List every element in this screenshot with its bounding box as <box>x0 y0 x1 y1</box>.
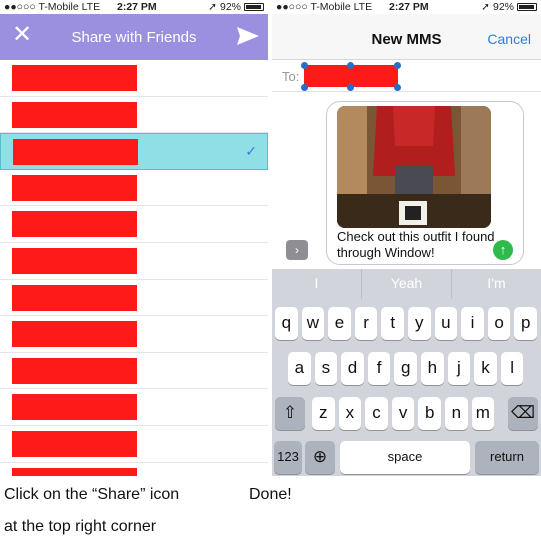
key-z[interactable]: z <box>312 397 335 430</box>
outfit-photo <box>337 106 491 228</box>
cancel-button[interactable]: Cancel <box>487 31 531 47</box>
selection-handle[interactable] <box>301 62 308 69</box>
selection-handle[interactable] <box>347 84 354 91</box>
battery-icon <box>517 3 537 11</box>
redacted-contact-name <box>12 394 137 421</box>
apps-chevron-icon[interactable]: › <box>286 240 308 260</box>
mms-screen: ●●○○○ T-Mobile LTE 2:27 PM ➚ 92% New MMS… <box>272 0 541 476</box>
key-i[interactable]: i <box>461 307 484 340</box>
selection-handle[interactable] <box>301 84 308 91</box>
message-text: Check out this outfit I found through Wi… <box>337 229 495 260</box>
key-u[interactable]: u <box>434 307 458 340</box>
key-b[interactable]: b <box>418 397 441 430</box>
send-arrow-icon[interactable]: ↑ <box>493 240 513 260</box>
key-x[interactable]: x <box>338 397 362 430</box>
redacted-contact-name <box>12 284 137 311</box>
delete-key[interactable]: ⌫ <box>508 397 538 430</box>
redacted-contact-name <box>12 101 137 128</box>
selection-handle[interactable] <box>394 84 401 91</box>
selection-handle[interactable] <box>347 62 354 69</box>
contact-row[interactable] <box>0 426 268 463</box>
contact-row[interactable] <box>0 170 268 207</box>
instruction-caption: at the top right corner <box>4 518 157 535</box>
clock: 2:27 PM <box>117 1 157 13</box>
clock: 2:27 PM <box>389 1 429 13</box>
contact-row[interactable] <box>0 389 268 426</box>
done-caption: Done! <box>249 486 292 503</box>
instruction-caption: Click on the “Share” icon <box>4 486 180 503</box>
shift-key[interactable]: ⇧ <box>275 397 305 430</box>
checkmark-icon: ✓ <box>245 143 257 160</box>
space-key[interactable]: space <box>340 441 470 474</box>
battery-percent: 92% <box>492 1 514 13</box>
keyboard: I Yeah I'm qwertyuiop asdfghjkl ⇧ ⌫ zxcvbn… <box>272 269 541 476</box>
suggestion-item[interactable]: Yeah <box>361 269 451 299</box>
key-a[interactable]: a <box>288 352 311 385</box>
key-f[interactable]: f <box>367 352 391 385</box>
contact-row[interactable] <box>0 353 268 390</box>
share-title: Share with Friends <box>71 29 197 46</box>
contact-row[interactable] <box>0 60 268 97</box>
contact-row[interactable] <box>0 280 268 317</box>
key-w[interactable]: w <box>301 307 325 340</box>
carrier-label: ●●○○○ T-Mobile LTE <box>4 1 101 13</box>
contact-row[interactable] <box>0 243 268 280</box>
key-h[interactable]: h <box>421 352 444 385</box>
redacted-contact-name <box>12 65 137 91</box>
numbers-key[interactable]: 123 <box>274 441 302 474</box>
redacted-contact-name <box>12 211 137 238</box>
key-v[interactable]: v <box>391 397 415 430</box>
location-icon: ➚ <box>481 1 490 13</box>
key-g[interactable]: g <box>394 352 417 385</box>
status-bar: ●●○○○ T-Mobile LTE 2:27 PM ➚ 92% <box>0 0 268 14</box>
selection-handle[interactable] <box>394 62 401 69</box>
contact-row[interactable] <box>0 97 268 134</box>
mms-header: New MMS Cancel <box>272 14 541 60</box>
redacted-contact-name <box>12 357 137 384</box>
key-q[interactable]: q <box>275 307 298 340</box>
key-p[interactable]: p <box>514 307 537 340</box>
share-screen: ●●○○○ T-Mobile LTE 2:27 PM ➚ 92% ✕ Share… <box>0 0 268 476</box>
redacted-contact-name <box>12 174 137 201</box>
key-k[interactable]: k <box>474 352 497 385</box>
key-y[interactable]: y <box>408 307 431 340</box>
battery-percent: 92% <box>219 1 241 13</box>
contact-row[interactable] <box>0 206 268 243</box>
return-key[interactable]: return <box>475 441 539 474</box>
redacted-contact-name <box>12 321 137 348</box>
paper-plane-icon[interactable] <box>236 26 260 51</box>
location-icon: ➚ <box>208 1 217 13</box>
carrier-label: ●●○○○ T-Mobile LTE <box>276 1 373 13</box>
share-header: ✕ Share with Friends <box>0 14 268 60</box>
key-t[interactable]: t <box>381 307 404 340</box>
key-m[interactable]: m <box>471 397 495 430</box>
redacted-contact-name <box>12 467 137 476</box>
redacted-contact-name <box>13 139 138 166</box>
contact-row[interactable] <box>0 463 268 476</box>
key-c[interactable]: c <box>365 397 388 430</box>
suggestion-bar: I Yeah I'm <box>272 269 541 299</box>
key-n[interactable]: n <box>445 397 468 430</box>
redacted-contact-name <box>12 430 137 457</box>
globe-key[interactable]: ⊕ <box>305 441 335 474</box>
message-compose-bubble[interactable]: Check out this outfit I found through Wi… <box>326 101 524 265</box>
key-l[interactable]: l <box>500 352 524 385</box>
key-e[interactable]: e <box>328 307 351 340</box>
contact-row[interactable]: ✓ <box>0 133 268 170</box>
status-bar: ●●○○○ T-Mobile LTE 2:27 PM ➚ 92% <box>272 0 541 14</box>
key-d[interactable]: d <box>341 352 364 385</box>
contact-row[interactable] <box>0 316 268 353</box>
key-j[interactable]: j <box>447 352 471 385</box>
key-r[interactable]: r <box>354 307 378 340</box>
key-s[interactable]: s <box>314 352 338 385</box>
key-o[interactable]: o <box>487 307 511 340</box>
suggestion-item[interactable]: I <box>272 269 361 299</box>
suggestion-item[interactable]: I'm <box>451 269 541 299</box>
to-label: To: <box>282 69 300 84</box>
recipient-row[interactable]: To: <box>272 60 541 92</box>
battery-icon <box>244 3 264 11</box>
redacted-contact-name <box>12 247 137 274</box>
contact-list: ✓ <box>0 60 268 476</box>
